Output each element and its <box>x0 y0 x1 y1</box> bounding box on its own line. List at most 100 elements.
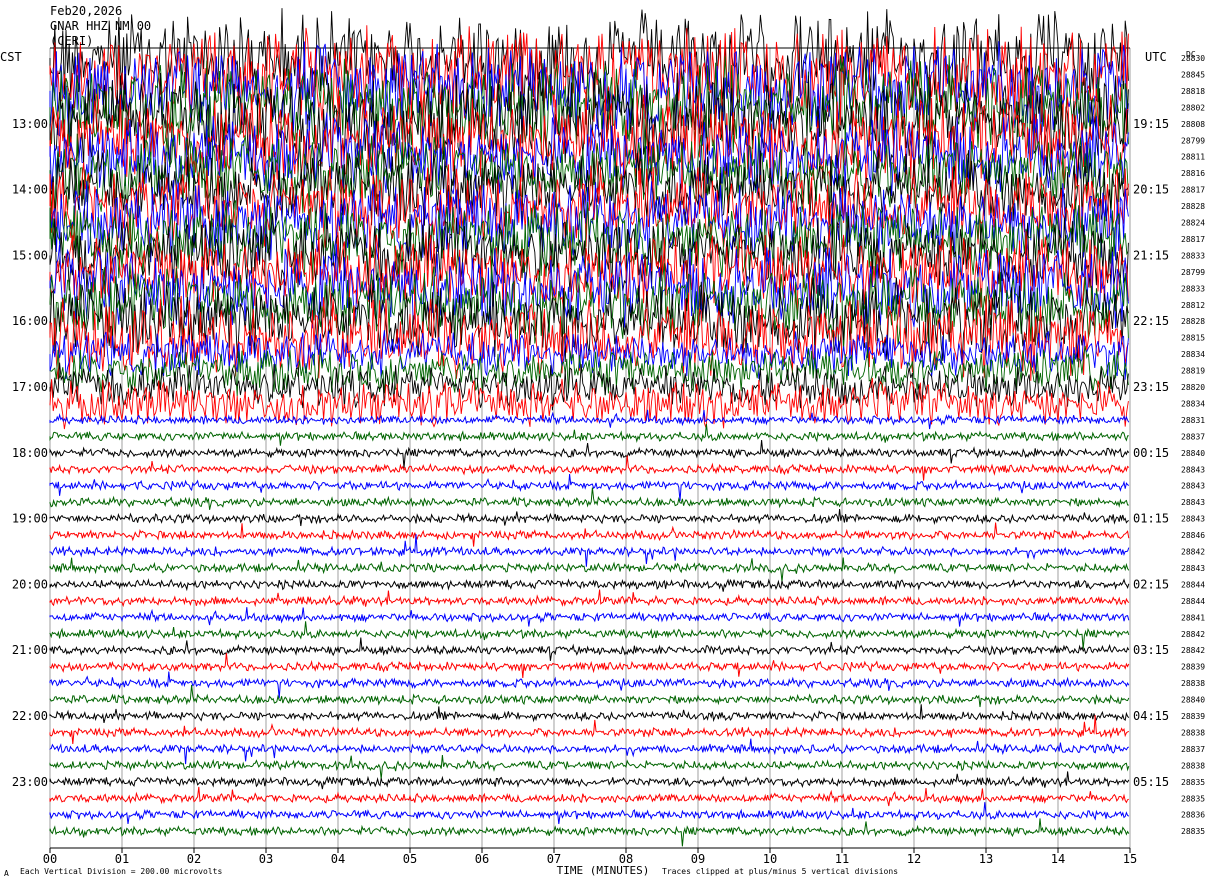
utc-hour-label: 00:15 <box>1133 446 1169 460</box>
cst-hour-label: 19:00 <box>12 512 48 526</box>
scale-note: Each Vertical Division = 200.00 microvol… <box>20 867 223 876</box>
cst-hour-label: 14:00 <box>12 183 48 197</box>
utc-hour-label: 05:15 <box>1133 775 1169 789</box>
trace-line <box>49 522 1130 547</box>
trace-line <box>49 508 1130 527</box>
cst-hour-label: 20:00 <box>12 577 48 591</box>
dc-offset-label: 28824 <box>1181 219 1205 228</box>
dc-offset-label: 28843 <box>1181 465 1205 474</box>
dc-offset-labels: 2883028845288182880228808287992881128816… <box>1181 54 1205 836</box>
dc-offset-label: 28839 <box>1181 712 1205 721</box>
dc-offset-label: 28846 <box>1181 531 1205 540</box>
trace-line <box>49 671 1130 699</box>
dc-offset-label: 28835 <box>1181 827 1205 836</box>
trace-line <box>49 474 1130 501</box>
dc-offset-label: 28844 <box>1181 580 1205 589</box>
dc-offset-label: 28840 <box>1181 696 1205 705</box>
utc-hour-label: 02:15 <box>1133 577 1169 591</box>
dc-offset-label: 28839 <box>1181 663 1205 672</box>
trace-line <box>49 621 1130 649</box>
utc-hour-label: 22:15 <box>1133 314 1169 328</box>
cst-hour-label: 17:00 <box>12 380 48 394</box>
trace-line <box>49 637 1130 661</box>
utc-hour-labels: 19:15 20:15 21:15 22:15 23:15 00:15 01:15 02:15… <box>1133 117 1169 789</box>
dc-offset-label: 28819 <box>1181 367 1205 376</box>
x-tick-label: 02 <box>187 852 201 866</box>
dc-offset-label: 28838 <box>1181 761 1205 770</box>
dc-offset-label: 28843 <box>1181 564 1205 573</box>
dc-offset-label: 28834 <box>1181 399 1205 408</box>
station-title: GNAR HHZ NM 00 <box>50 19 152 33</box>
dc-offset-label: 28842 <box>1181 548 1205 557</box>
dc-offset-label: 28815 <box>1181 334 1205 343</box>
dc-offset-label: 28843 <box>1181 498 1205 507</box>
left-timezone-label: CST <box>0 50 22 64</box>
trace-line <box>49 771 1130 790</box>
x-tick-label: 00 <box>43 852 57 866</box>
dc-offset-label: 28835 <box>1181 794 1205 803</box>
date-title: Feb20,2026 <box>50 4 123 18</box>
cst-hour-label: 13:00 <box>12 117 48 131</box>
trace-line <box>49 455 1130 481</box>
x-tick-label: 06 <box>475 852 489 866</box>
dc-offset-label: 28831 <box>1181 416 1205 425</box>
x-axis-title: TIME (MINUTES) <box>557 864 650 877</box>
dc-offset-label: 28828 <box>1181 317 1205 326</box>
x-tick-label: 12 <box>907 852 921 866</box>
trace-line <box>49 715 1130 745</box>
dc-offset-label: 28838 <box>1181 679 1205 688</box>
trace-line <box>49 440 1130 468</box>
agency-title: (CERI) <box>50 34 94 48</box>
x-tick-label: 09 <box>691 852 705 866</box>
trace-line <box>49 557 1130 582</box>
trace-line <box>49 738 1130 765</box>
trace-line <box>49 578 1130 592</box>
trace-line <box>49 487 1129 510</box>
corner-mark: A <box>4 869 9 878</box>
dc-offset-label: 28818 <box>1181 87 1205 96</box>
utc-hour-label: 03:15 <box>1133 643 1169 657</box>
x-tick-label: 10 <box>763 852 777 866</box>
trace-line <box>49 684 1130 708</box>
trace-line <box>49 704 1130 724</box>
dc-offset-label: 28836 <box>1181 811 1205 820</box>
trace-line <box>49 534 1130 567</box>
x-tick-label: 03 <box>259 852 273 866</box>
dc-offset-label: 28844 <box>1181 597 1205 606</box>
dc-offset-label: 28833 <box>1181 251 1205 260</box>
x-tick-label: 15 <box>1123 852 1137 866</box>
dc-offset-label: 28820 <box>1181 383 1205 392</box>
dc-offset-label: 28845 <box>1181 70 1205 79</box>
dc-offset-label: 28837 <box>1181 432 1205 441</box>
x-tick-label: 13 <box>979 852 993 866</box>
trace-line <box>49 362 1129 411</box>
dc-offset-label: 28838 <box>1181 728 1205 737</box>
dc-offset-label: 28828 <box>1181 202 1205 211</box>
x-tick-label: 14 <box>1051 852 1065 866</box>
dc-offset-label: 28802 <box>1181 103 1205 112</box>
x-tick-label: 01 <box>115 852 129 866</box>
cst-hour-label: 18:00 <box>12 446 48 460</box>
dc-offset-label: 28837 <box>1181 745 1205 754</box>
trace-line <box>49 802 1130 825</box>
dc-offset-label: 28843 <box>1181 482 1205 491</box>
trace-line <box>49 423 1129 446</box>
trace-line <box>49 653 1130 679</box>
dc-header-label: DC <box>1186 50 1196 59</box>
dc-offset-label: 28812 <box>1181 301 1205 310</box>
dc-offset-label: 28843 <box>1181 515 1205 524</box>
trace-line <box>49 786 1129 807</box>
x-tick-label: 04 <box>331 852 345 866</box>
cst-hour-label: 22:00 <box>12 709 48 723</box>
cst-hour-label: 15:00 <box>12 248 48 262</box>
dc-offset-label: 28842 <box>1181 630 1205 639</box>
dc-offset-label: 28840 <box>1181 449 1205 458</box>
utc-hour-label: 01:15 <box>1133 512 1169 526</box>
trace-line <box>49 589 1130 608</box>
utc-hour-label: 23:15 <box>1133 380 1169 394</box>
dc-offset-label: 28799 <box>1181 136 1205 145</box>
utc-hour-label: 20:15 <box>1133 183 1169 197</box>
cst-hour-label: 21:00 <box>12 643 48 657</box>
cst-hour-label: 23:00 <box>12 775 48 789</box>
utc-hour-label: 04:15 <box>1133 709 1169 723</box>
